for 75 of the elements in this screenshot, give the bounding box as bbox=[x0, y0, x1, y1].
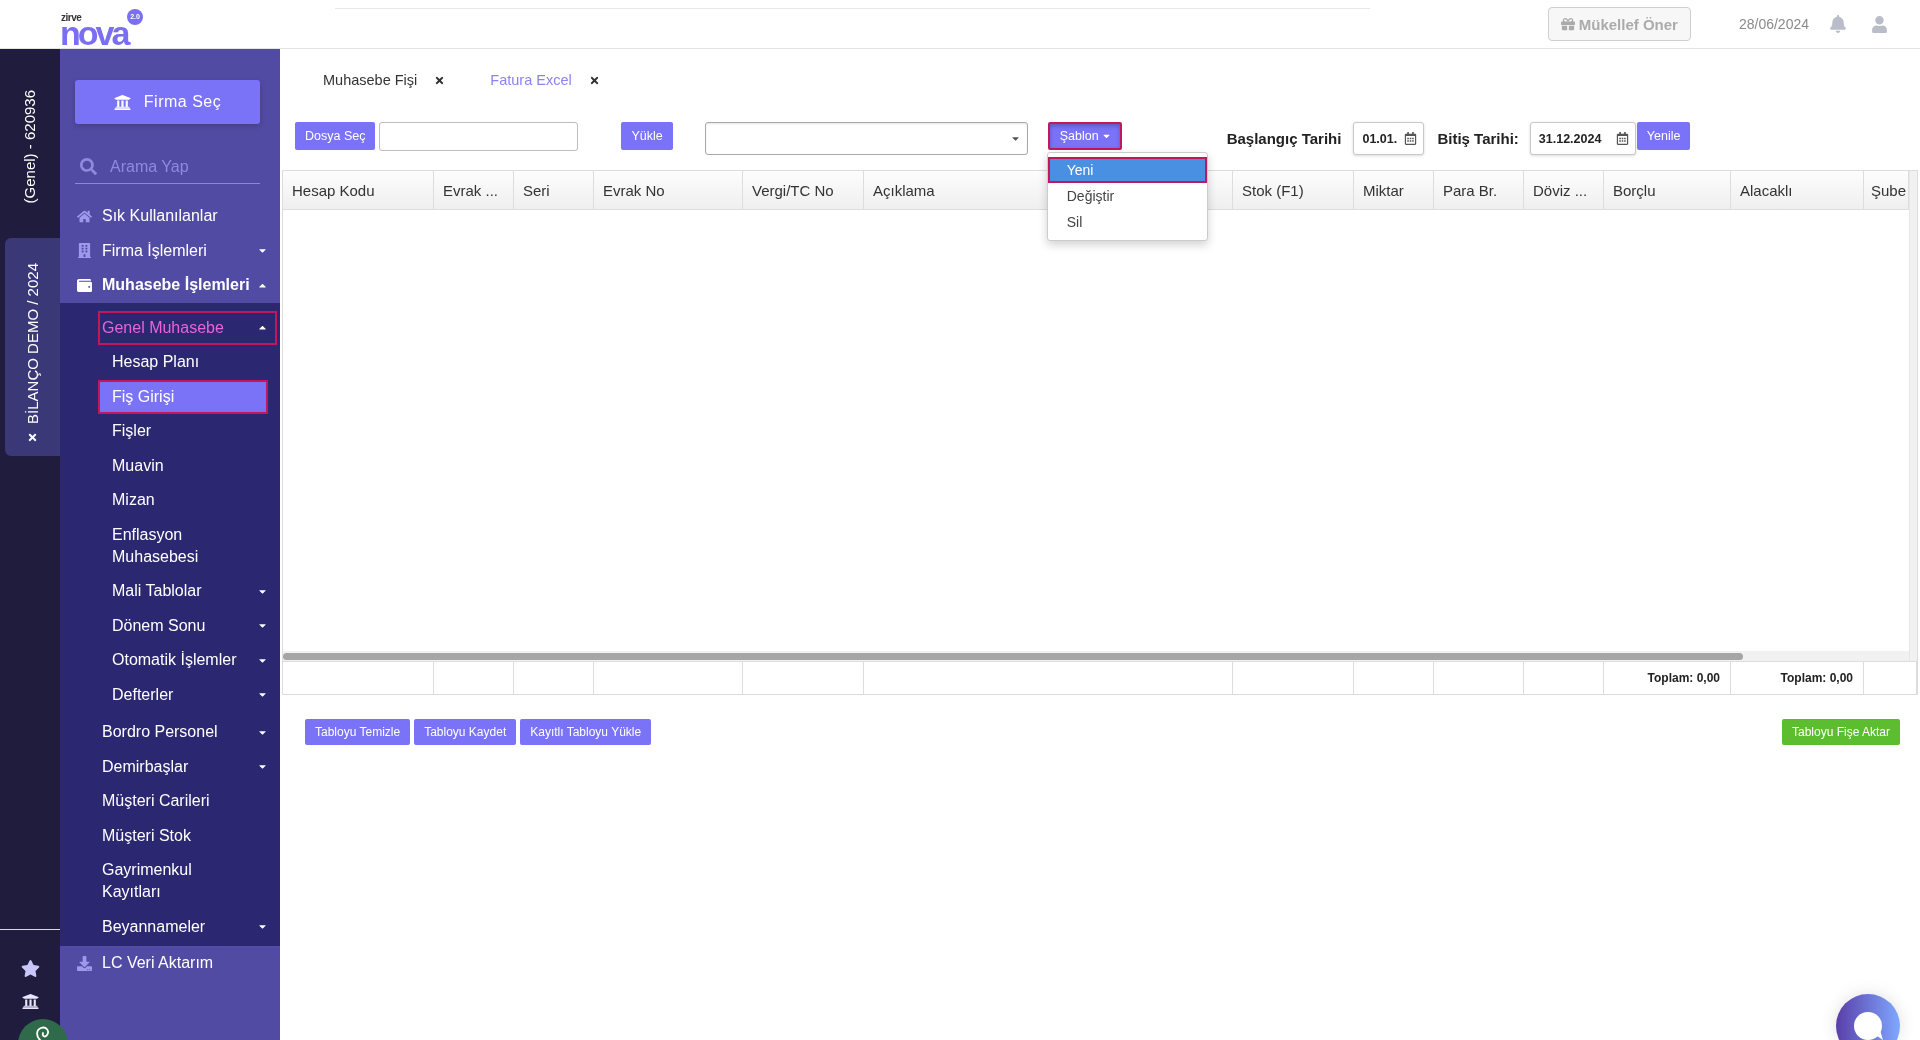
file-name-field[interactable] bbox=[379, 122, 579, 151]
sidebar-menu-item[interactable]: Bordro Personel bbox=[98, 715, 277, 750]
table-header-cell: Evrak No bbox=[594, 171, 743, 209]
table-header-cell: Hesap Kodu bbox=[283, 171, 434, 209]
sidebar-menu-item[interactable]: Müşteri Carileri bbox=[98, 784, 277, 819]
close-icon[interactable] bbox=[434, 74, 446, 86]
sidebar-menu-item[interactable]: Enflasyon Muhasebesi bbox=[98, 517, 268, 574]
table-footer-cell: Toplam: 0,00 bbox=[1604, 662, 1731, 694]
document-tab[interactable]: Muhasebe Fişi bbox=[323, 69, 446, 91]
home-icon bbox=[77, 208, 92, 224]
calendar-icon[interactable] bbox=[1615, 132, 1629, 145]
table-header-cell: Miktar bbox=[1354, 171, 1434, 209]
date-label: Başlangıç Tarihi bbox=[1226, 129, 1342, 148]
company-label: (Genel) - 620936 bbox=[21, 90, 39, 204]
sidebar-menu-item[interactable]: LC Veri Aktarım bbox=[60, 946, 280, 981]
logo-tagline: zirve bbox=[61, 13, 82, 22]
table-header-cell: Döviz ... bbox=[1524, 171, 1604, 209]
sidebar-menu-item[interactable]: Muavin bbox=[98, 448, 268, 483]
bank-icon[interactable] bbox=[21, 993, 39, 1010]
sidebar-menu-item[interactable]: Sık Kullanılanlar bbox=[60, 199, 280, 234]
close-icon[interactable] bbox=[27, 432, 38, 444]
table-header-cell: Para Br. bbox=[1434, 171, 1524, 209]
action-button[interactable]: Tabloyu Kaydet bbox=[414, 719, 517, 745]
refresh-button[interactable]: Yenile bbox=[1636, 122, 1691, 150]
gift-icon bbox=[1560, 17, 1575, 31]
sidebar-menu-item[interactable]: Mali Tablolar bbox=[98, 574, 268, 609]
company-tab[interactable]: BİLANÇO DEMO / 2024 bbox=[5, 238, 60, 457]
firm-select-button[interactable]: Firma Seç bbox=[75, 80, 260, 124]
star-icon[interactable] bbox=[20, 959, 40, 978]
scrollbar-thumb[interactable] bbox=[283, 652, 1743, 660]
logo-wordmark: nova bbox=[60, 22, 128, 43]
date-label: Bitiş Tarihi: bbox=[1437, 129, 1519, 148]
file-select-button[interactable]: Dosya Seç bbox=[295, 122, 376, 150]
date-field[interactable]: 31.12.2024 bbox=[1529, 122, 1636, 155]
sidebar-menu-item[interactable]: Firma İşlemleri bbox=[60, 233, 280, 268]
wallet-icon bbox=[77, 277, 92, 293]
template-button[interactable]: Şablon bbox=[1047, 122, 1122, 150]
sidebar-menu-item[interactable]: Fiş Girişi bbox=[98, 379, 268, 414]
sidebar-menu-item[interactable]: Otomatik İşlemler bbox=[98, 643, 268, 678]
sidebar-menu-item[interactable]: Muhasebe İşlemleri bbox=[60, 268, 280, 303]
scrollbar-track[interactable] bbox=[283, 651, 1909, 661]
table-footer-cell: Toplam: 0,00 bbox=[1731, 662, 1864, 694]
table-header-cell: Evrak ... bbox=[434, 171, 514, 209]
table-header-cell: Borçlu bbox=[1604, 171, 1731, 209]
scrollbar-track[interactable] bbox=[1909, 171, 1917, 661]
search-icon bbox=[80, 158, 97, 175]
sidebar-menu-item[interactable]: Fişler bbox=[98, 414, 268, 449]
sidebar-menu-item[interactable]: Mizan bbox=[98, 483, 268, 518]
sidebar-menu-item[interactable]: Müşteri Stok bbox=[98, 818, 277, 853]
download-icon bbox=[77, 955, 92, 971]
bank-icon bbox=[113, 93, 131, 111]
upload-button[interactable]: Yükle bbox=[621, 122, 673, 150]
sidebar-menu-item[interactable]: Demirbaşlar bbox=[98, 749, 277, 784]
calendar-icon[interactable] bbox=[1404, 132, 1418, 145]
table-header-cell: Vergi/TC No bbox=[743, 171, 864, 209]
table-header-cell: Alacaklı bbox=[1731, 171, 1864, 209]
action-button[interactable]: Tabloyu Temizle bbox=[305, 719, 411, 745]
sidebar-menu-item[interactable]: Beyannameler bbox=[98, 909, 277, 944]
table-header-cell: Stok (F1) bbox=[1233, 171, 1354, 209]
sidebar-menu-item[interactable]: Hesap Planı bbox=[98, 345, 268, 380]
sidebar-menu-item[interactable]: Dönem Sonu bbox=[98, 608, 268, 643]
building-icon bbox=[77, 243, 92, 259]
date-field[interactable]: 01.01. bbox=[1353, 122, 1425, 155]
table-header-cell: Şube bbox=[1864, 171, 1909, 209]
dropdown-item[interactable]: Sil bbox=[1047, 209, 1207, 235]
close-icon[interactable] bbox=[588, 74, 600, 86]
sidebar-menu-item[interactable]: Gayrimenkul Kayıtları bbox=[98, 853, 277, 910]
sidebar-menu-item[interactable]: Genel Muhasebe bbox=[98, 310, 277, 345]
action-button[interactable]: Kayıtlı Tabloyu Yükle bbox=[520, 719, 652, 745]
search-field[interactable]: Arama Yap bbox=[75, 150, 260, 184]
chat-launcher-icon[interactable] bbox=[1836, 994, 1900, 1040]
dropdown-item[interactable]: Değiştir bbox=[1047, 183, 1207, 209]
header-date: 28/06/2024 bbox=[1738, 16, 1809, 32]
sidebar-menu-item[interactable]: Defterler bbox=[98, 677, 268, 712]
table-header-cell: Seri bbox=[514, 171, 594, 209]
